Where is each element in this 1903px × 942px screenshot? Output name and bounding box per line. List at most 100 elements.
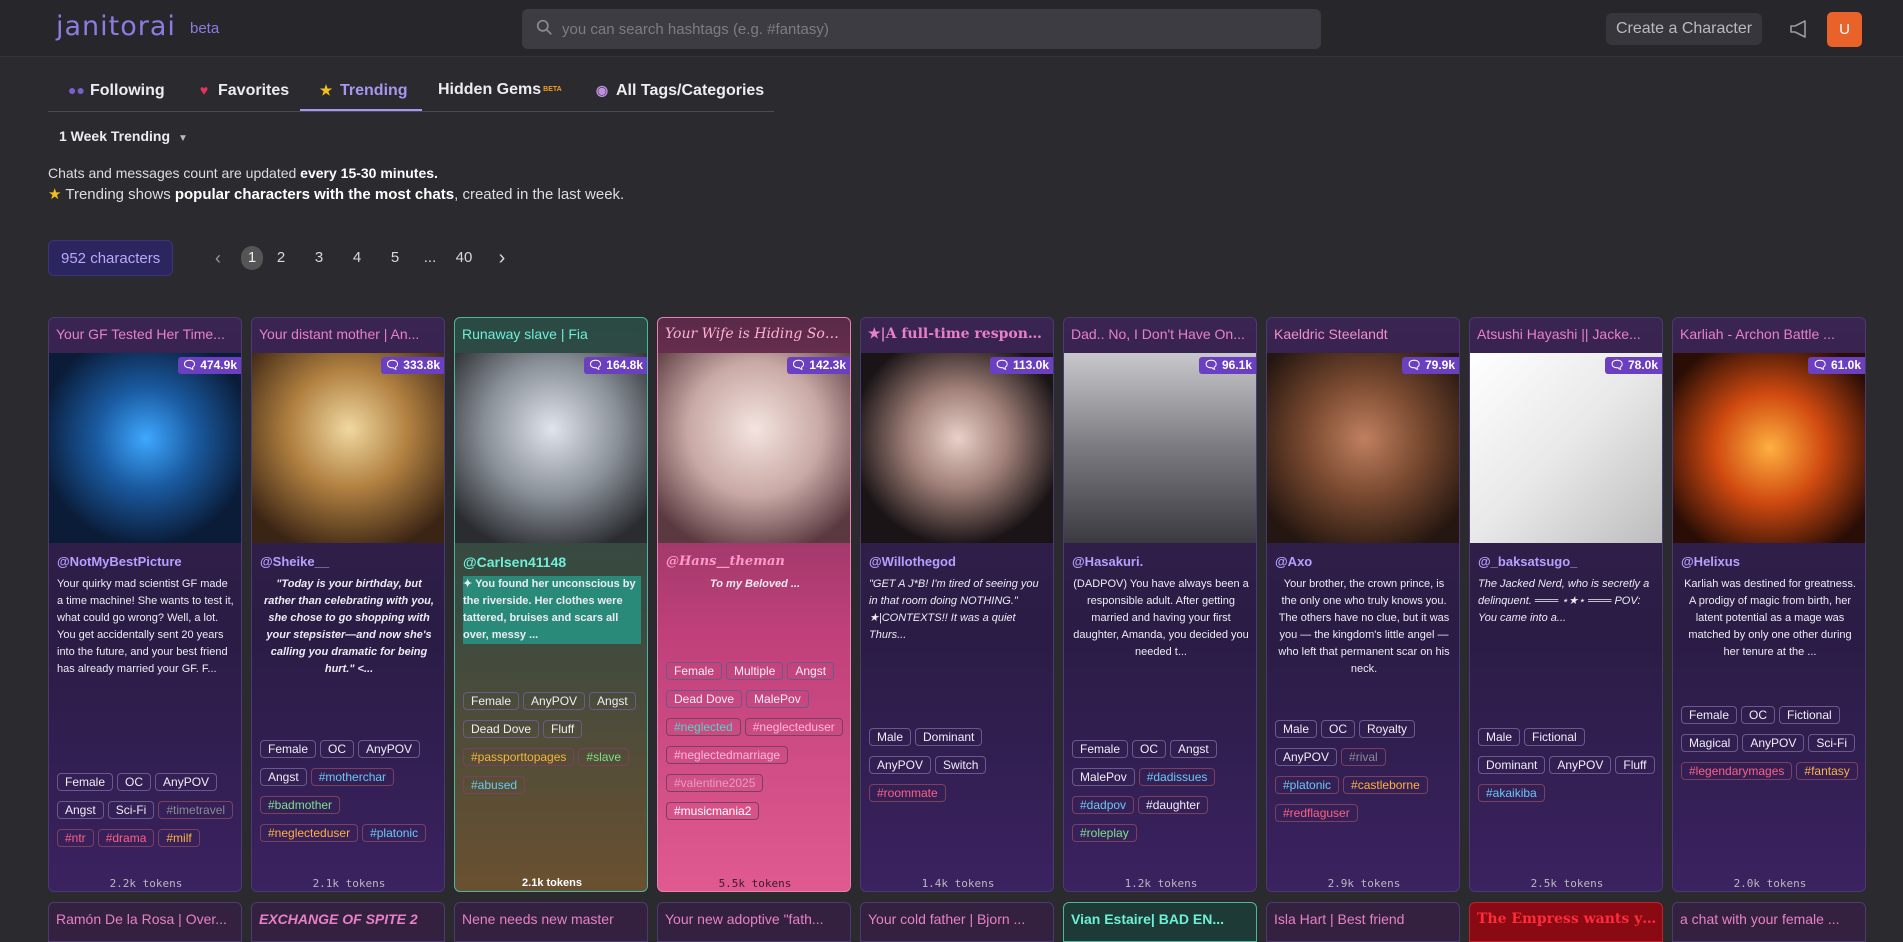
character-card[interactable]: The Empress wants you...	[1469, 902, 1663, 942]
hashtag[interactable]: #musicmania2	[666, 802, 760, 820]
tag[interactable]: Dead Dove	[666, 690, 743, 708]
tag[interactable]: Female	[463, 692, 520, 710]
tag[interactable]: Female	[1681, 706, 1738, 724]
tag[interactable]: AnyPOV	[1742, 734, 1805, 752]
page-4[interactable]: 4	[351, 246, 363, 270]
hashtag[interactable]: #abused	[463, 776, 526, 794]
megaphone-icon[interactable]	[1789, 19, 1811, 39]
hashtag[interactable]: #milf	[158, 829, 200, 847]
create-character-button[interactable]: Create a Character	[1606, 13, 1763, 45]
card-author[interactable]: @_baksatsugo_	[1478, 554, 1577, 569]
tag[interactable]: Dominant	[1478, 756, 1546, 774]
tab-favorites[interactable]: ♥ Favorites	[196, 70, 289, 111]
tag[interactable]: Dead Dove	[463, 720, 540, 738]
card-author[interactable]: @Hans__theman	[666, 554, 785, 569]
tag[interactable]: MalePov	[1072, 768, 1135, 786]
hashtag[interactable]: #slave	[578, 748, 630, 766]
hashtag[interactable]: #passporttopages	[463, 748, 575, 766]
tag[interactable]: OC	[117, 773, 152, 791]
page-1[interactable]: 1	[241, 246, 263, 270]
card-author[interactable]: @Carlsen41148	[463, 554, 566, 570]
hashtag[interactable]: #ntr	[57, 829, 94, 847]
card-author[interactable]: @NotMyBestPicture	[57, 554, 182, 569]
tag[interactable]: Dominant	[915, 728, 983, 746]
character-card[interactable]: a chat with your female ...	[1672, 902, 1866, 942]
tag[interactable]: AnyPOV	[1275, 748, 1338, 766]
hashtag[interactable]: #neglecteduser	[260, 824, 359, 842]
hashtag[interactable]: #roleplay	[1072, 824, 1137, 842]
site-logo[interactable]: janitorai	[56, 11, 176, 42]
tag[interactable]: Angst	[589, 692, 636, 710]
hashtag[interactable]: #platonic	[362, 824, 427, 842]
tag[interactable]: Female	[57, 773, 114, 791]
tag[interactable]: AnyPOV	[523, 692, 586, 710]
hashtag[interactable]: #castleborne	[1343, 776, 1428, 794]
character-card[interactable]: Vian Estaire| BAD EN...	[1063, 902, 1257, 942]
character-card[interactable]: Your GF Tested Her Time... 🗨 474.9k @Not…	[48, 317, 242, 892]
tag[interactable]: AnyPOV	[155, 773, 218, 791]
hashtag[interactable]: #neglectedmarriage	[666, 746, 789, 764]
card-author[interactable]: @Axo	[1275, 554, 1312, 569]
hashtag[interactable]: #motherchar	[310, 768, 395, 786]
hashtag[interactable]: #redflaguser	[1275, 804, 1358, 822]
hashtag[interactable]: #fantasy	[1796, 762, 1858, 780]
page-2[interactable]: 2	[275, 246, 287, 270]
tag[interactable]: Female	[1072, 740, 1129, 758]
tag[interactable]: Angst	[1170, 740, 1217, 758]
hashtag[interactable]: #valentine2025	[666, 774, 764, 792]
hashtag[interactable]: #neglecteduser	[744, 718, 843, 736]
tag[interactable]: OC	[1132, 740, 1167, 758]
previous-page-icon[interactable]: ‹	[211, 246, 225, 270]
tag[interactable]: Sci-Fi	[1808, 734, 1856, 752]
tab-hidden-gems[interactable]: Hidden Gems BETA	[438, 70, 562, 111]
character-card[interactable]: Ramón De la Rosa | Over...	[48, 902, 242, 942]
character-card[interactable]: Atsushi Hayashi || Jacke... 🗨 78.0k @_ba…	[1469, 317, 1663, 892]
tag[interactable]: Female	[260, 740, 317, 758]
tag[interactable]: OC	[320, 740, 355, 758]
hashtag[interactable]: #timetravel	[158, 801, 234, 819]
tag[interactable]: MalePov	[746, 690, 809, 708]
hashtag[interactable]: #neglected	[666, 718, 741, 736]
hashtag[interactable]: #dadissues	[1138, 768, 1216, 786]
character-card[interactable]: Nene needs new master	[454, 902, 648, 942]
tag[interactable]: Multiple	[726, 662, 784, 680]
character-card[interactable]: Your distant mother | An... 🗨 333.8k @Sh…	[251, 317, 445, 892]
tag[interactable]: AnyPOV	[1549, 756, 1612, 774]
character-card[interactable]: Dad.. No, I Don't Have On... 🗨 96.1k @Ha…	[1063, 317, 1257, 892]
tag[interactable]: Sci-Fi	[107, 801, 155, 819]
search-input[interactable]	[562, 9, 1302, 49]
card-author[interactable]: @Helixus	[1681, 554, 1740, 569]
character-card[interactable]: Karliah - Archon Battle ... 🗨 61.0k @Hel…	[1672, 317, 1866, 892]
tag[interactable]: Angst	[57, 801, 104, 819]
page-3[interactable]: 3	[313, 246, 325, 270]
tab-all-tags[interactable]: ◉ All Tags/Categories	[594, 70, 764, 111]
tag[interactable]: Royalty	[1359, 720, 1416, 738]
tab-following[interactable]: ●● Following	[68, 70, 165, 111]
user-avatar[interactable]: U	[1827, 12, 1862, 47]
hashtag[interactable]: #platonic	[1275, 776, 1340, 794]
trending-period-select[interactable]: 1 Week Trending ▼	[59, 128, 188, 144]
hashtag[interactable]: #daughter	[1138, 796, 1209, 814]
hashtag[interactable]: #rival	[1341, 748, 1386, 766]
hashtag[interactable]: #roommate	[869, 784, 946, 802]
tag[interactable]: OC	[1741, 706, 1776, 724]
card-author[interactable]: @Willothegod	[869, 554, 956, 569]
tag[interactable]: Fluff	[1615, 756, 1655, 774]
hashtag[interactable]: #drama	[97, 829, 155, 847]
tag[interactable]: Angst	[787, 662, 835, 680]
tag[interactable]: Angst	[260, 768, 307, 786]
character-card[interactable]: Isla Hart | Best friend	[1266, 902, 1460, 942]
character-card[interactable]: Your Wife is Hiding Somet... 🗨 142.3k @H…	[657, 317, 851, 892]
character-card[interactable]: Your cold father | Bjorn ...	[860, 902, 1054, 942]
tag[interactable]: Fluff	[543, 720, 583, 738]
tag[interactable]: Fictional	[1779, 706, 1840, 724]
card-author[interactable]: @Sheike__	[260, 554, 329, 569]
hashtag[interactable]: #badmother	[260, 796, 341, 814]
search-bar[interactable]	[522, 9, 1321, 49]
character-card[interactable]: Kaeldric Steelandt 🗨 79.9k @Axo Your bro…	[1266, 317, 1460, 892]
tag[interactable]: Switch	[935, 756, 987, 774]
tag[interactable]: OC	[1321, 720, 1356, 738]
tag[interactable]: Male	[1478, 728, 1521, 746]
hashtag[interactable]: #dadpov	[1072, 796, 1135, 814]
hashtag[interactable]: #akaikiba	[1478, 784, 1545, 802]
